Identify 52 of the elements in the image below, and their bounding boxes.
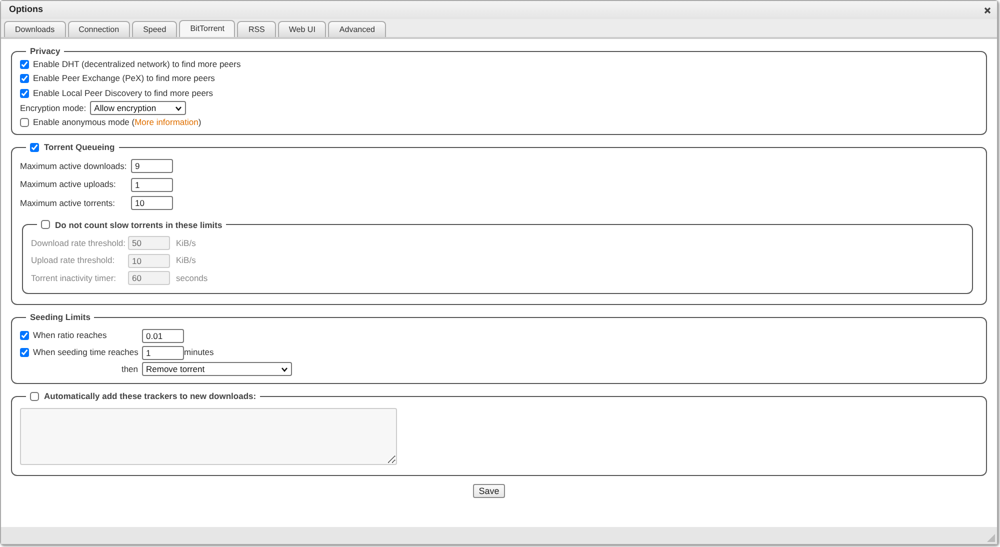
section-legend: Do not count slow torrents in these limits <box>55 218 222 230</box>
input-field[interactable]: 9 <box>131 159 173 174</box>
checkbox-label: Enable DHT (decentralized network) to find more peers <box>33 58 241 71</box>
section-legend: Seeding Limits <box>30 311 90 323</box>
section-legend: Privacy <box>30 45 60 57</box>
field-label: Maximum active uploads: <box>20 178 117 192</box>
input-field[interactable]: 1 <box>131 178 173 192</box>
section-legend: Automatically add these trackers to new downloads: <box>44 390 256 402</box>
tab[interactable]: RSS <box>237 21 276 37</box>
field-label: Maximum active torrents: <box>20 196 116 210</box>
section-legend: Torrent Queueing <box>44 141 115 153</box>
field-label: Maximum active downloads: <box>20 160 127 173</box>
tab[interactable]: Connection <box>68 21 130 37</box>
checkbox[interactable] <box>30 142 39 152</box>
checkbox-label: Enable Peer Exchange (PeX) to find more peers <box>33 72 215 86</box>
checkbox-label: Enable anonymous mode (More information) <box>33 116 202 130</box>
checkbox[interactable] <box>20 74 29 84</box>
caret-icon <box>281 366 288 372</box>
input-field[interactable]: 1 <box>142 346 184 360</box>
field-label: Encryption mode: <box>20 102 86 114</box>
checkbox[interactable] <box>20 348 29 357</box>
checkbox[interactable] <box>20 118 29 128</box>
tab[interactable]: Speed <box>132 21 178 37</box>
unit-label: KiB/s <box>176 236 196 250</box>
input-field[interactable]: 10 <box>131 196 173 210</box>
checkbox[interactable] <box>41 220 50 229</box>
input-field[interactable]: 0.01 <box>142 328 184 342</box>
checkbox-label: When seeding time reaches <box>33 346 138 359</box>
checkbox[interactable] <box>20 331 29 340</box>
dropdown[interactable]: Remove torrent <box>142 362 292 376</box>
checkbox[interactable] <box>20 88 29 98</box>
checkbox-label: When ratio reaches <box>33 329 108 342</box>
unit-label: seconds <box>176 272 208 285</box>
field-label: Upload rate threshold: <box>31 254 116 268</box>
window-title: Options <box>9 3 43 16</box>
field-label: Download rate threshold: <box>31 236 124 250</box>
checkbox[interactable] <box>20 60 29 69</box>
resize-grip-icon[interactable] <box>987 534 995 542</box>
tab[interactable]: Web UI <box>278 21 326 37</box>
field-label: then <box>120 362 138 376</box>
caret-icon <box>175 106 182 110</box>
unit-label: KiB/s <box>176 254 196 268</box>
dropdown[interactable]: Allow encryption <box>90 101 186 115</box>
tab[interactable]: Downloads <box>4 21 66 37</box>
checkbox[interactable] <box>30 392 39 400</box>
save-button[interactable]: Save <box>472 484 506 498</box>
unit-label: minutes <box>184 346 214 359</box>
tab[interactable]: BitTorrent <box>179 20 236 37</box>
close-icon[interactable] <box>984 6 991 14</box>
checkbox-label: Enable Local Peer Discovery to find more peers <box>33 86 214 100</box>
field-label: Torrent inactivity timer: <box>31 272 118 285</box>
tab[interactable]: Advanced <box>328 21 386 37</box>
